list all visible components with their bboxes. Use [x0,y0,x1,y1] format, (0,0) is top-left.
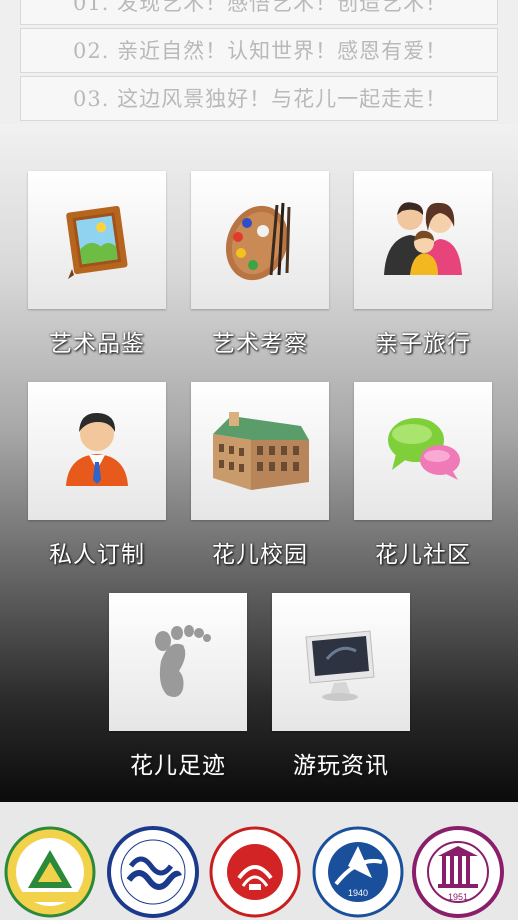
campus-building-icon [213,412,309,490]
tile-custom-tour[interactable] [28,382,166,520]
chongqing-post-university-logo[interactable] [4,826,96,918]
tile-art-field-trip[interactable] [191,171,329,309]
tile-family-travel[interactable] [354,171,492,309]
tile-label-art-appreciation: 艺术品鉴 [49,331,145,357]
person-icon [66,412,128,486]
footprint-icon [155,625,211,697]
tile-campus[interactable] [191,382,329,520]
tile-art-appreciation[interactable] [28,171,166,309]
paint-palette-icon [225,202,291,281]
tile-label-family-travel: 亲子旅行 [375,331,471,357]
chat-bubbles-icon [388,418,460,480]
tile-travel-news[interactable] [272,593,410,731]
monitor-icon [305,630,375,701]
tile-label-community: 花儿社区 [375,542,471,568]
partner-logos-bar: 1940 1951 [0,802,518,920]
intro-row-2[interactable]: 02. 亲近自然！认知世界！感恩有爱！ [20,28,498,73]
feature-grid: 艺术品鉴 艺术考察 亲子旅行 私人订制 花儿校园 花儿社区 花儿足迹 游玩资讯 [0,124,518,802]
logo-year-1940: 1940 [348,888,368,898]
intro-list: 01. 发现艺术！感悟艺术！创造艺术！ 02. 亲近自然！认知世界！感恩有爱！ … [0,0,518,124]
tile-label-campus: 花儿校园 [212,542,308,568]
logo-year-1951: 1951 [448,892,468,902]
tile-label-custom-tour: 私人订制 [49,542,145,568]
tile-footprints[interactable] [109,593,247,731]
picture-frame-icon [66,205,128,279]
chongqing-normal-university-logo[interactable] [209,826,301,918]
chongqing-arts-sciences-logo[interactable] [107,826,199,918]
tile-label-travel-news: 游玩资讯 [293,753,389,779]
tile-community[interactable] [354,382,492,520]
tile-label-art-field-trip: 艺术考察 [212,331,308,357]
intro-row-1[interactable]: 01. 发现艺术！感悟艺术！创造艺术！ [20,0,498,25]
tile-label-footprints: 花儿足迹 [130,753,226,779]
chongqing-university-technology-logo[interactable]: 1940 [312,826,404,918]
chongqing-science-technology-logo[interactable]: 1951 [412,826,504,918]
family-icon [384,202,462,275]
intro-row-3[interactable]: 03. 这边风景独好！与花儿一起走走！ [20,76,498,121]
